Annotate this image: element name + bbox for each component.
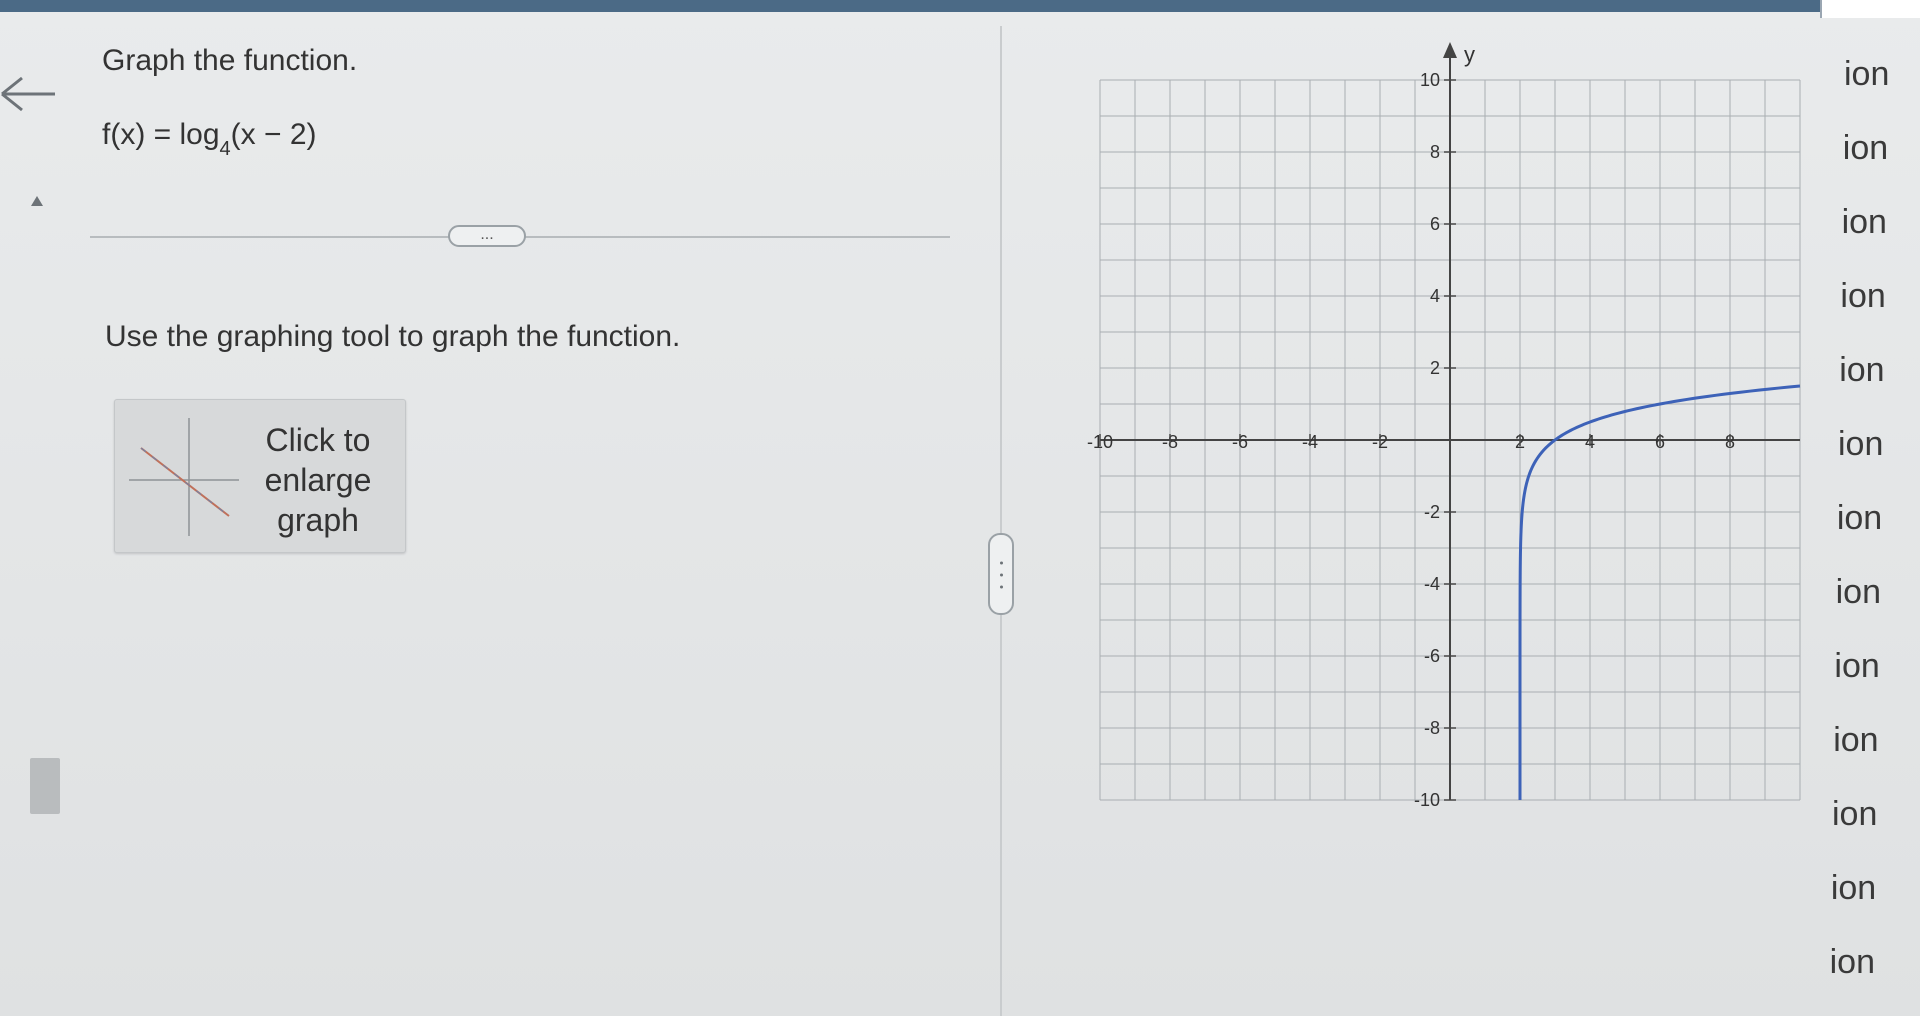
answer-option-label[interactable]: ion bbox=[1840, 277, 1885, 316]
top-bar bbox=[0, 0, 1820, 12]
function-graph[interactable]: -10-8-6-4-22468108642-2-4-6-8-10 y bbox=[1060, 40, 1820, 820]
enlarge-line-1: Click to bbox=[265, 422, 371, 458]
ellipsis-icon: ... bbox=[480, 226, 494, 243]
enlarge-label: Click to enlarge graph bbox=[243, 420, 393, 540]
answer-option-label[interactable]: ion bbox=[1844, 55, 1889, 94]
expand-more-button[interactable]: ... bbox=[448, 225, 526, 247]
y-tick-label: -4 bbox=[1424, 574, 1440, 594]
y-tick-label: -6 bbox=[1424, 646, 1440, 666]
answer-option-label[interactable]: ion bbox=[1830, 943, 1875, 982]
y-tick-label: -2 bbox=[1424, 502, 1440, 522]
answer-option-label[interactable]: ion bbox=[1842, 203, 1887, 242]
answer-option-label[interactable]: ion bbox=[1837, 499, 1882, 538]
back-arrow-icon[interactable] bbox=[0, 74, 60, 114]
left-rail bbox=[0, 12, 90, 1016]
answer-option-label[interactable]: ion bbox=[1834, 647, 1879, 686]
y-tick-label: 8 bbox=[1430, 142, 1440, 162]
formula-lhs: f(x) = log bbox=[102, 118, 220, 151]
handle-dots bbox=[1000, 561, 1003, 589]
graph-thumbnail-icon bbox=[129, 418, 239, 536]
enlarge-line-2: enlarge bbox=[264, 462, 372, 498]
answer-option-label[interactable]: ion bbox=[1831, 869, 1876, 908]
drag-handle-icon[interactable] bbox=[988, 533, 1014, 615]
y-tick-label: 10 bbox=[1420, 70, 1440, 90]
enlarge-line-3: graph bbox=[277, 502, 359, 538]
answer-option-label[interactable]: ion bbox=[1832, 795, 1877, 834]
instruction-text: Use the graphing tool to graph the funct… bbox=[105, 320, 681, 353]
y-axis-label: y bbox=[1464, 42, 1475, 67]
function-formula: f(x) = log4(x − 2) bbox=[102, 118, 317, 160]
y-tick-label: 6 bbox=[1430, 214, 1440, 234]
panel-splitter bbox=[1000, 26, 1002, 1016]
question-panel: Graph the function. f(x) = log4(x − 2) .… bbox=[90, 12, 1000, 1016]
answer-option-label[interactable]: ion bbox=[1838, 425, 1883, 464]
scroll-thumb[interactable] bbox=[30, 758, 60, 814]
enlarge-graph-button[interactable]: Click to enlarge graph bbox=[114, 399, 406, 553]
screen: Graph the function. f(x) = log4(x − 2) .… bbox=[0, 0, 1920, 1016]
answer-option-label[interactable]: ion bbox=[1839, 351, 1884, 390]
answer-option-label[interactable]: ion bbox=[1843, 129, 1888, 168]
y-tick-label: -8 bbox=[1424, 718, 1440, 738]
formula-arg: (x − 2) bbox=[230, 118, 317, 151]
y-tick-label: -10 bbox=[1414, 790, 1440, 810]
caret-up-icon[interactable] bbox=[30, 195, 44, 207]
y-tick-label: 2 bbox=[1430, 358, 1440, 378]
formula-base: 4 bbox=[219, 138, 231, 160]
answer-column: ion ion ion ion ion ion ion ion ion ion ion ion ion bbox=[1830, 0, 1920, 1016]
y-tick-label: 4 bbox=[1430, 286, 1440, 306]
y-axis-arrow-icon bbox=[1443, 42, 1457, 58]
question-title: Graph the function. bbox=[102, 44, 358, 77]
answer-option-label[interactable]: ion bbox=[1833, 721, 1878, 760]
answer-option-label[interactable]: ion bbox=[1836, 573, 1881, 612]
